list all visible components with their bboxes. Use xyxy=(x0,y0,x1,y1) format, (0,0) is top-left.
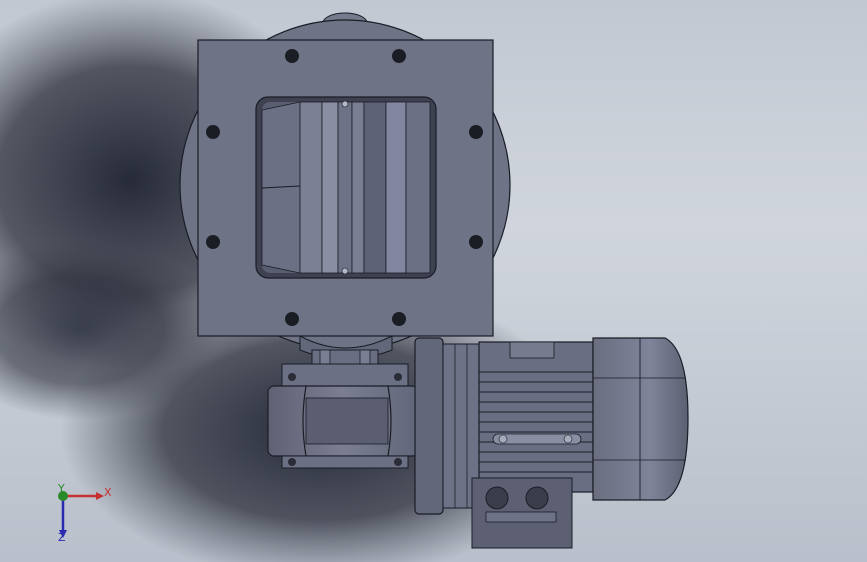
y-axis-label: Y xyxy=(58,482,65,495)
graphics-viewport[interactable]: X Y Z xyxy=(0,0,867,562)
motor-end-cap xyxy=(592,337,689,501)
rotor-opening xyxy=(255,96,437,279)
gearbox xyxy=(267,363,419,469)
z-axis-label: Z xyxy=(58,531,66,544)
x-axis-label: X xyxy=(104,486,112,499)
orientation-triad: X Y Z xyxy=(48,482,118,544)
motor-flange xyxy=(414,337,480,515)
motor-body xyxy=(471,341,594,549)
3d-model-view[interactable] xyxy=(0,0,867,562)
